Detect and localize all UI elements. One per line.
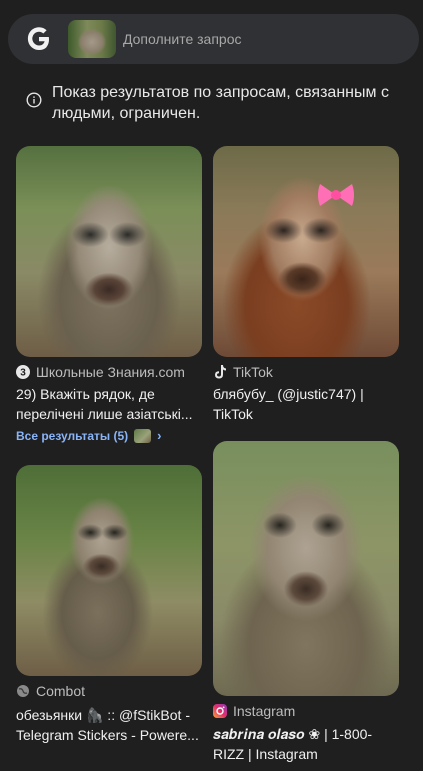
all-results-link[interactable]: Все результаты (5) › [16, 428, 162, 443]
globe-icon [16, 684, 30, 698]
search-bar[interactable]: Дополните запрос [8, 14, 419, 64]
query-image-thumbnail[interactable] [68, 20, 116, 58]
result-image[interactable] [16, 465, 202, 676]
notice-text: Показ результатов по запросам, связанным… [52, 84, 389, 122]
all-results-thumbnail [134, 428, 152, 443]
chevron-right-icon: › [157, 428, 162, 443]
info-icon [26, 92, 42, 108]
search-input[interactable]: Дополните запрос [123, 31, 242, 47]
result-source-label: TikTok [233, 364, 273, 380]
result-title[interactable]: обезьянки 🦍 :: @fStikBot - Telegram Stic… [16, 705, 202, 745]
instagram-icon [213, 704, 227, 718]
result-title[interactable]: 𝒔𝒂𝒃𝒓𝒊𝒏𝒂 𝒐𝒍𝒂𝒔𝒐 ❀ | 1-800-RIZZ | Instagram [213, 724, 399, 764]
google-g-icon[interactable] [26, 26, 52, 52]
pink-bow-sticker [318, 184, 354, 206]
result-image[interactable] [213, 146, 399, 357]
result-source[interactable]: TikTok [213, 364, 273, 380]
svg-text:3: 3 [20, 368, 26, 379]
result-image[interactable] [16, 146, 202, 357]
result-source[interactable]: Combot [16, 683, 85, 699]
result-source-label: Combot [36, 683, 86, 699]
result-title[interactable]: 29) Вкажіть рядок, де перелічені лише аз… [16, 384, 202, 424]
result-source[interactable]: Instagram [213, 703, 295, 719]
result-source[interactable]: 3 Школьные Знания.com [16, 364, 185, 380]
result-source-label: Instagram [233, 703, 296, 719]
znanija-icon: 3 [16, 365, 30, 379]
result-title[interactable]: блябубу_ (@justic747) | TikTok [213, 384, 399, 424]
result-source-label: Школьные Знания.com [36, 364, 185, 380]
tiktok-icon [213, 365, 227, 379]
result-image[interactable] [213, 441, 399, 696]
all-results-label[interactable]: Все результаты (5) [16, 429, 128, 443]
